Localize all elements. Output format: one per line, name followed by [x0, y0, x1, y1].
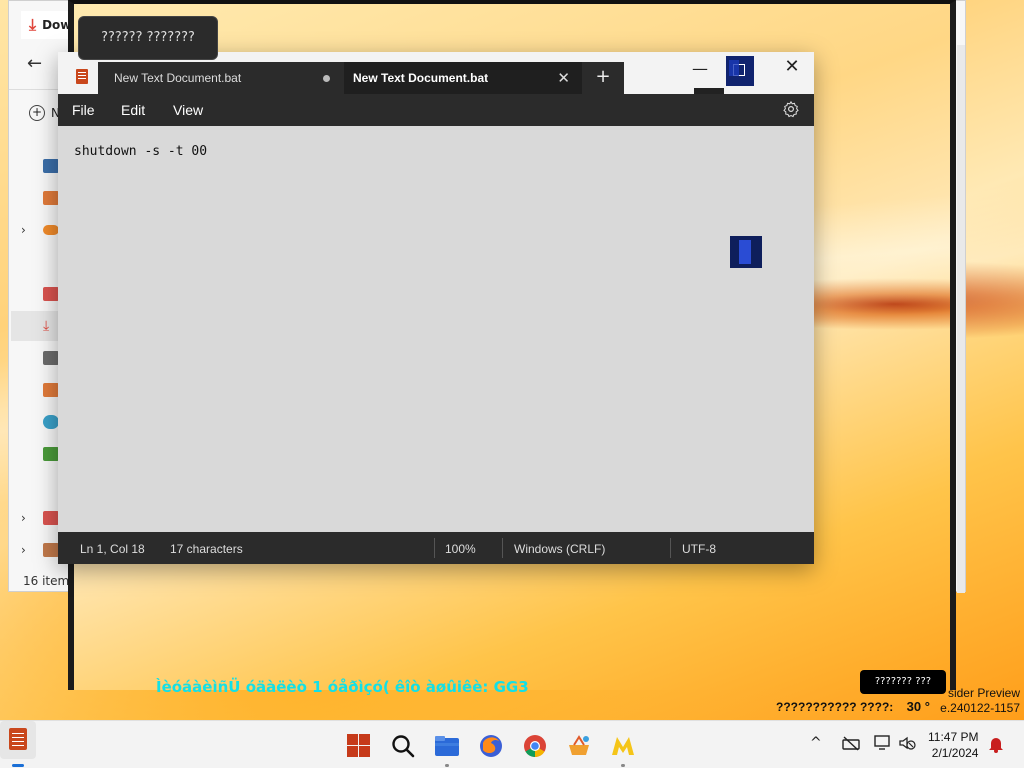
status-characters: 17 characters: [170, 542, 243, 556]
chevron-right-icon[interactable]: ›: [21, 223, 26, 237]
gear-icon[interactable]: [782, 100, 800, 118]
tab-label: New Text Document.bat: [114, 71, 242, 85]
maximize-button[interactable]: [726, 56, 754, 86]
status-line-ending[interactable]: Windows (CRLF): [514, 542, 605, 556]
overlay-text: ÌèóáàèìñÜ óäàëèò 1 óåðìçó( êîò àøûiêè: G…: [156, 678, 529, 696]
downloads-icon[interactable]: ⤓: [43, 319, 59, 333]
active-indicator: [12, 764, 24, 767]
minimize-button[interactable]: —: [688, 58, 712, 82]
network-icon[interactable]: [842, 735, 860, 751]
back-button[interactable]: ←: [27, 53, 42, 74]
close-window-button[interactable]: ✕: [780, 56, 804, 80]
chevron-right-icon[interactable]: ›: [21, 543, 26, 557]
tooltip: ?????? ???????: [78, 16, 218, 60]
menu-file[interactable]: File: [72, 102, 95, 118]
watermark-line: sider Preview: [947, 686, 1020, 700]
new-tab-button[interactable]: +: [582, 62, 624, 94]
display-icon[interactable]: [874, 735, 892, 751]
chrome-icon[interactable]: [522, 733, 548, 759]
status-divider: [670, 538, 671, 558]
status-zoom[interactable]: 100%: [445, 542, 476, 556]
unsaved-dot-icon: [323, 75, 330, 82]
scrollbar[interactable]: [957, 45, 965, 593]
music-icon[interactable]: [43, 415, 59, 429]
status-bar: Ln 1, Col 18 17 characters 100% Windows …: [58, 532, 814, 564]
menu-bar: File Edit View: [58, 94, 814, 126]
temperature-label: ??????????? ????:: [776, 700, 894, 714]
start-button[interactable]: [346, 733, 372, 759]
plus-icon: +: [29, 105, 45, 121]
tray-tooltip: ??????? ???: [860, 670, 946, 694]
notepad-icon: [9, 728, 27, 750]
notification-bell-icon[interactable]: [988, 735, 1004, 753]
close-tab-icon[interactable]: ✕: [557, 69, 570, 87]
taskbar-clock[interactable]: 11:47 PM 2/1/2024: [928, 729, 978, 761]
new-button[interactable]: + N: [29, 105, 60, 121]
notepad-taskbar-button[interactable]: [0, 721, 36, 767]
pictures-icon[interactable]: [43, 383, 59, 397]
gallery-icon[interactable]: [43, 191, 59, 205]
running-indicator: [621, 764, 625, 767]
temperature-value: 30 °: [906, 699, 930, 714]
text-editor[interactable]: shutdown -s -t 00: [58, 126, 814, 532]
tab-document-1[interactable]: New Text Document.bat: [98, 62, 344, 94]
network-icon[interactable]: [43, 543, 59, 557]
search-icon[interactable]: [390, 733, 416, 759]
chevron-up-icon[interactable]: ^: [810, 735, 822, 751]
menu-edit[interactable]: Edit: [121, 102, 145, 118]
editor-content[interactable]: shutdown -s -t 00: [74, 144, 207, 159]
tab-document-2[interactable]: New Text Document.bat ✕: [344, 62, 582, 94]
running-indicator: [445, 764, 449, 767]
menu-view[interactable]: View: [173, 102, 203, 118]
app-icon[interactable]: [610, 733, 636, 767]
onedrive-icon[interactable]: [43, 225, 59, 235]
render-artifact: [730, 236, 762, 268]
status-encoding[interactable]: UTF-8: [682, 542, 716, 556]
temperature-readout: ??????????? ????: 30 °: [776, 699, 930, 714]
home-icon[interactable]: [43, 159, 59, 173]
watermark-line: e.240122-1157: [940, 701, 1020, 715]
notepad-app-icon: [76, 69, 88, 84]
documents-icon[interactable]: [43, 351, 59, 365]
clock-date: 2/1/2024: [931, 746, 979, 760]
desktop-icon[interactable]: [43, 287, 59, 301]
clock-time: 11:47 PM: [928, 730, 979, 744]
chevron-right-icon[interactable]: ›: [21, 511, 26, 525]
status-divider: [502, 538, 503, 558]
file-explorer-icon[interactable]: [434, 733, 460, 767]
notepad-window[interactable]: New Text Document.bat New Text Document.…: [58, 52, 814, 564]
firefox-icon[interactable]: [478, 733, 504, 759]
basket-app-icon[interactable]: [566, 733, 592, 759]
status-position: Ln 1, Col 18: [80, 542, 145, 556]
download-icon: ⤓: [29, 15, 37, 34]
speaker-muted-icon[interactable]: [898, 735, 916, 751]
build-watermark: sider Preview e.240122-1157: [940, 686, 1020, 716]
tab-label: New Text Document.bat: [353, 71, 489, 85]
videos-icon[interactable]: [43, 447, 59, 461]
explorer-tab-title: Dow: [42, 18, 72, 32]
taskbar: ^ 11:47 PM 2/1/2024: [0, 720, 1024, 768]
this-pc-icon[interactable]: [43, 511, 59, 525]
status-divider: [434, 538, 435, 558]
